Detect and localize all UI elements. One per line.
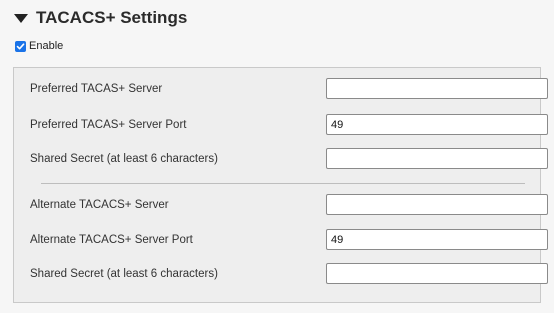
tacacs-settings-panel: Preferred TACAS+ Server Preferred TACAS+… [13, 67, 548, 303]
preferred-server-input[interactable] [326, 78, 548, 99]
preferred-port-row: Preferred TACAS+ Server Port [14, 114, 548, 136]
alternate-port-label: Alternate TACACS+ Server Port [30, 234, 193, 246]
collapse-caret-icon[interactable] [14, 14, 28, 23]
section-divider [41, 183, 525, 184]
section-header[interactable]: TACACS+ Settings [14, 8, 187, 28]
checkmark-icon [16, 42, 25, 49]
alternate-server-input[interactable] [326, 194, 548, 215]
preferred-server-label: Preferred TACAS+ Server [30, 83, 163, 95]
alternate-port-input[interactable] [326, 229, 548, 250]
section-title: TACACS+ Settings [36, 8, 188, 27]
preferred-port-label: Preferred TACAS+ Server Port [30, 119, 187, 131]
preferred-secret-row: Shared Secret (at least 6 characters) [14, 148, 548, 170]
preferred-secret-input[interactable] [326, 148, 548, 169]
alternate-secret-input[interactable] [326, 263, 548, 284]
preferred-server-row: Preferred TACAS+ Server [14, 78, 548, 100]
enable-label: Enable [29, 40, 64, 52]
alternate-secret-row: Shared Secret (at least 6 characters) [14, 263, 548, 285]
alternate-server-label: Alternate TACACS+ Server [30, 199, 169, 211]
preferred-port-input[interactable] [326, 114, 548, 135]
preferred-secret-label: Shared Secret (at least 6 characters) [30, 153, 218, 165]
enable-checkbox[interactable] [15, 40, 26, 52]
alternate-secret-label: Shared Secret (at least 6 characters) [30, 268, 218, 280]
alternate-server-row: Alternate TACACS+ Server [14, 194, 548, 216]
enable-option[interactable]: Enable [15, 40, 63, 52]
alternate-port-row: Alternate TACACS+ Server Port [14, 229, 548, 251]
